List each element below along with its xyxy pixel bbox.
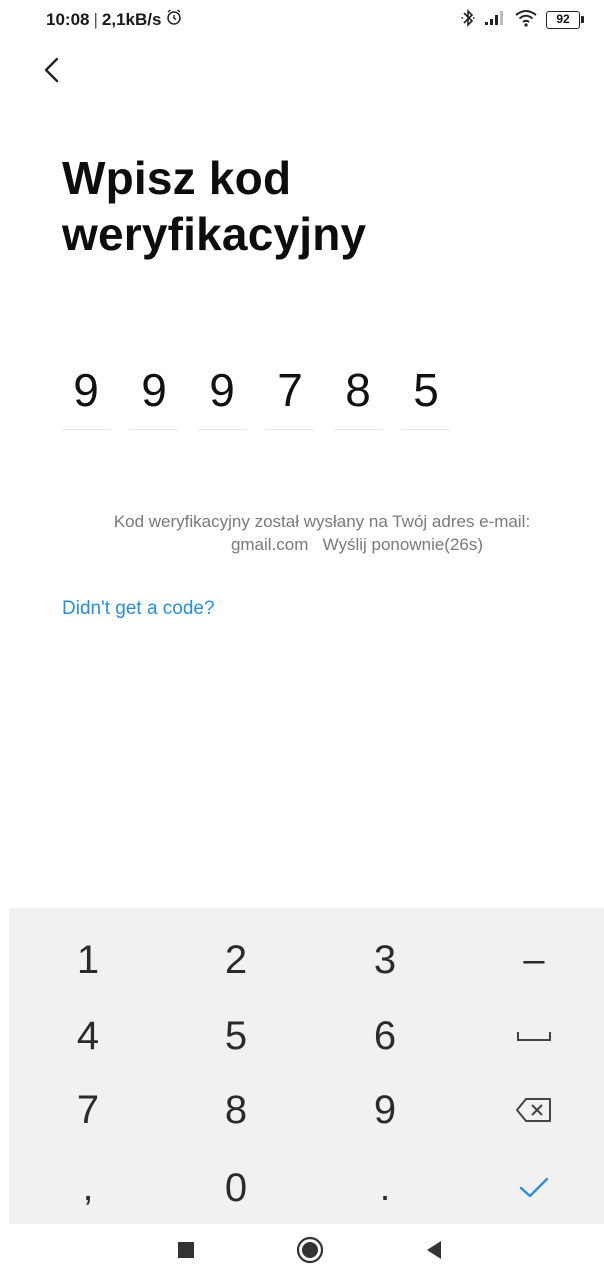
email-address: gmail.com <box>230 535 309 554</box>
bluetooth-icon <box>460 8 476 33</box>
status-left: 10:08 | 2,1kB/s <box>46 8 183 31</box>
code-digit-2[interactable]: 9 <box>130 360 178 430</box>
code-digit-4[interactable]: 7 <box>266 360 314 430</box>
code-digit-6[interactable]: 5 <box>402 360 450 430</box>
alarm-icon <box>165 8 183 31</box>
key-3[interactable]: 3 <box>311 922 459 998</box>
circle-home-icon <box>296 1236 324 1264</box>
navigation-bar <box>0 1224 604 1273</box>
status-bar: 10:08 | 2,1kB/s 92 <box>0 0 604 44</box>
key-6[interactable]: 6 <box>311 998 459 1074</box>
key-1[interactable]: 1 <box>14 922 162 998</box>
key-8[interactable]: 8 <box>162 1072 310 1148</box>
space-icon <box>517 1032 551 1041</box>
key-0[interactable]: 0 <box>162 1150 310 1226</box>
key-space[interactable] <box>460 998 604 1074</box>
signal-icon <box>484 10 506 31</box>
backspace-icon <box>516 1098 551 1122</box>
back-button[interactable] <box>34 50 70 90</box>
verification-code-input[interactable]: 9 9 9 7 8 5 <box>62 360 450 430</box>
status-right: 92 <box>460 8 584 33</box>
key-2[interactable]: 2 <box>162 922 310 998</box>
key-backspace[interactable] <box>460 1072 604 1148</box>
wifi-icon <box>514 9 538 32</box>
page-title: Wpisz kod weryfikacyjny <box>62 152 367 260</box>
check-icon <box>519 1177 549 1198</box>
key-period[interactable]: . <box>311 1150 459 1226</box>
network-speed: 2,1kB/s <box>101 9 162 29</box>
back-nav-button[interactable] <box>416 1232 452 1268</box>
info-line-2: gmail.com Wyślij ponownie(26s) <box>62 533 582 556</box>
key-4[interactable]: 4 <box>14 998 162 1074</box>
key-minus[interactable]: – <box>460 922 604 998</box>
code-digit-1[interactable]: 9 <box>62 360 110 430</box>
code-digit-5[interactable]: 8 <box>334 360 382 430</box>
recents-button[interactable] <box>168 1232 204 1268</box>
status-time: 10:08 <box>46 9 90 29</box>
key-7[interactable]: 7 <box>14 1072 162 1148</box>
status-separator: | <box>93 9 98 29</box>
key-done[interactable] <box>460 1150 604 1226</box>
battery-icon: 92 <box>546 11 584 29</box>
home-button[interactable] <box>292 1232 328 1268</box>
no-code-link[interactable]: Didn't get a code? <box>62 598 215 620</box>
resend-button[interactable]: Wyślij ponownie(26s) <box>323 535 483 554</box>
key-5[interactable]: 5 <box>162 998 310 1074</box>
triangle-back-icon <box>427 1241 441 1259</box>
numeric-keyboard: 1 2 3 – 4 5 6 7 8 9 , 0 . <box>9 908 604 1224</box>
square-recents-icon <box>178 1242 194 1258</box>
key-9[interactable]: 9 <box>311 1072 459 1148</box>
code-digit-3[interactable]: 9 <box>198 360 246 430</box>
chevron-left-icon <box>44 57 59 83</box>
info-text: Kod weryfikacyjny został wysłany na Twój… <box>62 510 582 556</box>
key-comma[interactable]: , <box>14 1150 162 1226</box>
info-line: Kod weryfikacyjny został wysłany na Twój… <box>113 512 531 531</box>
